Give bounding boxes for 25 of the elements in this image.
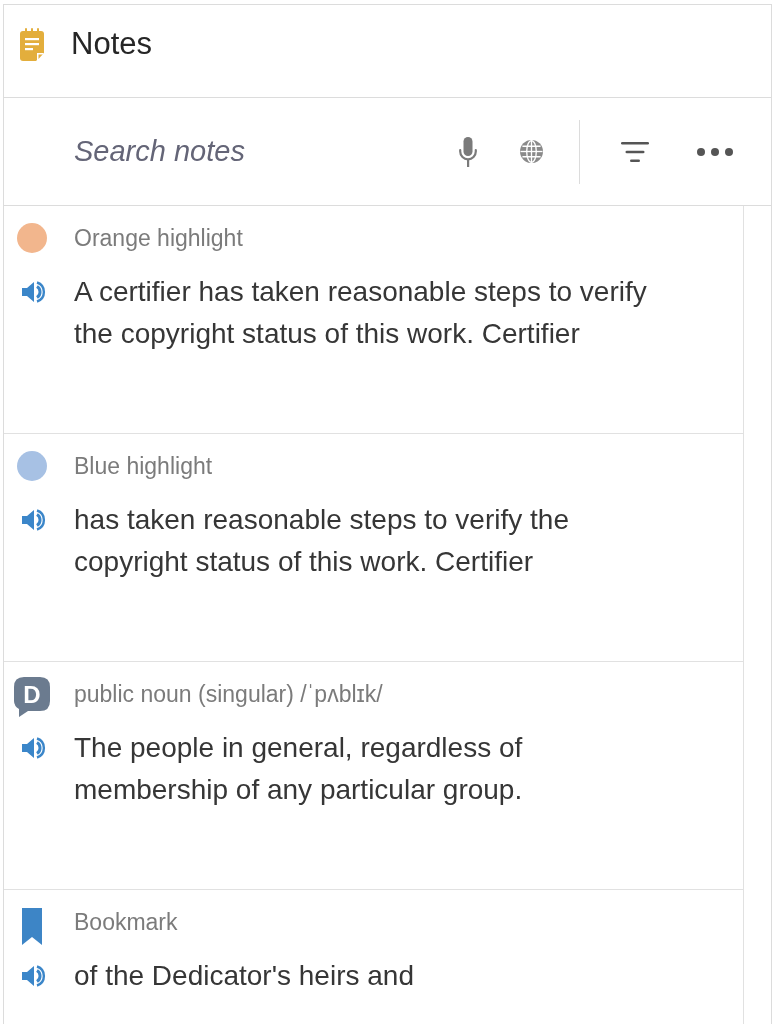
note-text: of the Dedicator's heirs and [74, 959, 415, 993]
note-text: has taken reasonable steps to verify the copyright status of this work. Certifier [74, 503, 570, 579]
notepad-icon [20, 27, 44, 61]
panel-title: Notes [71, 25, 152, 63]
note-label: Bookmark [74, 908, 179, 937]
bookmark-icon [22, 907, 42, 945]
note-text: A certifier has taken reasonable steps to verify the copyright status of this work. Certifier [74, 275, 648, 351]
read-aloud-button[interactable] [22, 965, 46, 987]
read-aloud-button[interactable] [22, 281, 46, 303]
speaker-icon [22, 281, 46, 303]
filter-icon [620, 141, 649, 162]
read-aloud-button[interactable] [22, 509, 46, 531]
read-aloud-button[interactable] [22, 737, 46, 759]
note-label: Orange highlight [74, 224, 244, 253]
globe-icon [519, 140, 543, 163]
dictionary-icon: D [14, 677, 50, 717]
note-label: Blue highlight [74, 452, 214, 481]
search-field[interactable]: Search notes [74, 129, 447, 174]
speaker-icon [22, 965, 46, 987]
speaker-icon [22, 509, 46, 531]
more-icon [697, 147, 734, 156]
note-text: The people in general, regardless of membership of any particular group. [74, 731, 524, 807]
microphone-icon [458, 136, 477, 167]
speaker-icon [22, 737, 46, 759]
note-label: public noun (singular) /ˈpʌblɪk/ [74, 680, 384, 709]
